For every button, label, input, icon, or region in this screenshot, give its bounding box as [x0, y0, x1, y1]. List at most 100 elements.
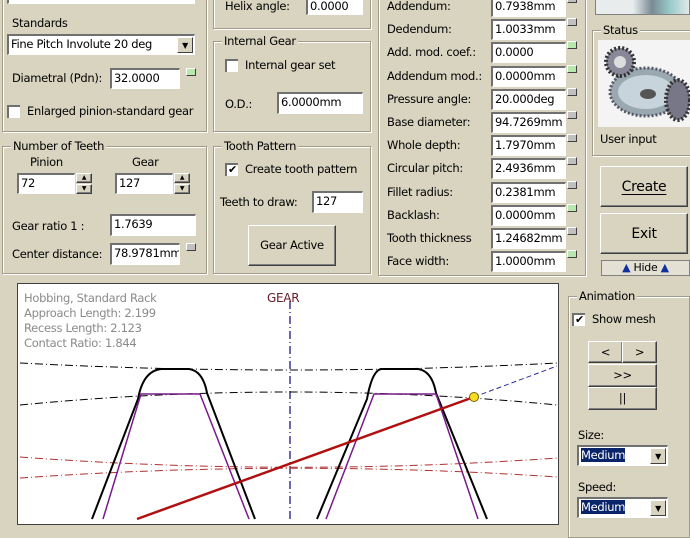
param-lock-button[interactable] — [567, 157, 577, 166]
speed-select[interactable]: Medium ▼ — [577, 497, 668, 518]
param-value: 94.7269mm — [495, 115, 563, 129]
param-input[interactable]: 1.7970mm — [491, 135, 566, 157]
param-input[interactable]: 0.0000mm — [491, 65, 566, 87]
param-lock-button[interactable] — [567, 180, 577, 189]
pause-button[interactable]: || — [588, 387, 657, 410]
param-label: Fillet radius: — [387, 184, 453, 199]
gear-mesh-canvas[interactable]: Hobbing, Standard Rack Approach Length: … — [17, 283, 559, 525]
teeth-draw-value: 127 — [316, 194, 338, 208]
param-lock-button[interactable] — [567, 41, 577, 50]
param-label: Backlash: — [387, 207, 440, 222]
standards-select[interactable]: Fine Pitch Involute 20 deg ▼ — [7, 34, 195, 55]
speed-value: Medium — [581, 500, 626, 514]
center-input[interactable]: 78.9781mm — [110, 243, 180, 265]
create-button[interactable]: Create — [600, 166, 688, 207]
exit-label: Exit — [631, 226, 657, 242]
internal-gear-title: Internal Gear — [222, 34, 298, 48]
hide-label: Hide — [633, 261, 658, 274]
param-input[interactable]: 1.24682mm — [491, 228, 566, 249]
line-of-action — [136, 395, 475, 521]
od-input[interactable]: 6.0000mm — [277, 92, 363, 114]
gear-spin-down[interactable]: ▼ — [174, 184, 190, 194]
param-label: Dedendum: — [387, 22, 452, 37]
line-of-action-extension — [473, 365, 558, 398]
chevron-down-icon[interactable]: ▼ — [650, 500, 666, 516]
diametral-value: 32.0000 — [114, 71, 160, 85]
create-pattern-label: Create tooth pattern — [245, 162, 358, 176]
param-label: Tooth thickness — [387, 231, 472, 245]
create-pattern-checkbox[interactable]: ✔ — [225, 163, 238, 176]
pinion-spin-up[interactable]: ▲ — [76, 173, 92, 183]
param-input[interactable]: 0.0000 — [491, 42, 566, 64]
enlarged-label: Enlarged pinion-standard gear — [27, 104, 194, 118]
gears-image — [598, 40, 690, 127]
internal-gear-checkbox[interactable] — [225, 59, 238, 72]
teeth-draw-input[interactable]: 127 — [312, 191, 363, 213]
param-value: 0.0000 — [495, 45, 534, 60]
teeth-group-title: Number of Teeth — [11, 139, 107, 153]
info-line: Recess Length: 2.123 — [24, 321, 142, 335]
diametral-lock-button[interactable] — [186, 68, 196, 76]
param-lock-button[interactable] — [567, 203, 577, 212]
center-lock-button[interactable] — [186, 243, 196, 251]
gear-input[interactable]: 127 — [115, 173, 173, 194]
param-lock-button[interactable] — [567, 87, 577, 96]
od-value: 6.0000mm — [281, 95, 342, 109]
diametral-input[interactable]: 32.0000 — [110, 68, 180, 89]
param-lock-button[interactable] — [567, 227, 577, 235]
pinion-input[interactable]: 72 — [17, 173, 75, 194]
param-lock-button[interactable] — [567, 111, 577, 119]
param-input[interactable]: 94.7269mm — [491, 112, 566, 133]
param-input[interactable]: 0.2381mm — [491, 181, 566, 203]
exit-button[interactable]: Exit — [600, 213, 688, 254]
param-lock-button[interactable] — [567, 64, 577, 73]
size-label: Size: — [578, 428, 604, 442]
gear-active-label: Gear Active — [260, 238, 324, 252]
enlarged-checkbox[interactable] — [7, 105, 20, 118]
show-mesh-checkbox[interactable]: ✔ — [572, 313, 585, 326]
gear-active-button[interactable]: Gear Active — [248, 225, 336, 266]
param-lock-button[interactable] — [567, 134, 577, 143]
param-value: 1.7970mm — [495, 138, 556, 153]
top-combobox[interactable] — [7, 0, 195, 4]
param-input[interactable]: 1.0000mm — [491, 251, 566, 273]
size-select[interactable]: Medium ▼ — [577, 445, 668, 466]
animation-title: Animation — [577, 289, 637, 303]
speed-label: Speed: — [578, 480, 617, 494]
play-button[interactable]: >> — [588, 364, 657, 387]
param-input[interactable]: 0.7938mm — [491, 0, 566, 17]
gear-value: 127 — [119, 176, 141, 190]
hide-button[interactable]: ▲ Hide ▲ — [601, 260, 690, 276]
step-back-button[interactable]: < — [588, 341, 623, 363]
pause-label: || — [618, 391, 627, 405]
param-label: Addendum mod.: — [387, 68, 482, 83]
gear-tooth-1 — [91, 368, 256, 520]
ratio-input[interactable]: 1.7639 — [110, 214, 196, 236]
od-label: O.D.: — [225, 97, 253, 111]
status-title: Status — [601, 23, 640, 37]
param-lock-button[interactable] — [567, 250, 577, 259]
create-label: Create — [621, 179, 667, 195]
diametral-label: Diametral (Pdn): — [12, 71, 103, 85]
gear-spin-up[interactable]: ▲ — [174, 173, 190, 183]
contact-point — [469, 392, 479, 402]
param-input[interactable]: 0.0000mm — [491, 204, 566, 226]
pinion-value: 72 — [21, 176, 36, 190]
param-input[interactable]: 1.0033mm — [491, 19, 566, 41]
param-label: Circular pitch: — [387, 161, 463, 176]
gear-title: GEAR — [267, 291, 300, 305]
step-forward-button[interactable]: > — [622, 341, 657, 363]
chevron-down-icon[interactable]: ▼ — [177, 37, 193, 53]
chevron-down-icon[interactable]: ▼ — [650, 448, 666, 464]
pinion-spin-down[interactable]: ▼ — [76, 184, 92, 194]
step-back-label: < — [600, 345, 611, 359]
addendum-circle-line — [19, 362, 558, 371]
param-value: 0.2381mm — [495, 184, 556, 199]
param-input[interactable]: 20.000deg — [491, 88, 566, 110]
param-lock-button[interactable] — [567, 0, 577, 3]
param-input[interactable]: 2.4936mm — [491, 158, 566, 180]
helix-input[interactable]: 0.0000 — [306, 0, 363, 15]
helix-label: Helix angle: — [225, 0, 290, 13]
info-line: Approach Length: 2.199 — [24, 306, 156, 320]
param-lock-button[interactable] — [567, 18, 577, 27]
